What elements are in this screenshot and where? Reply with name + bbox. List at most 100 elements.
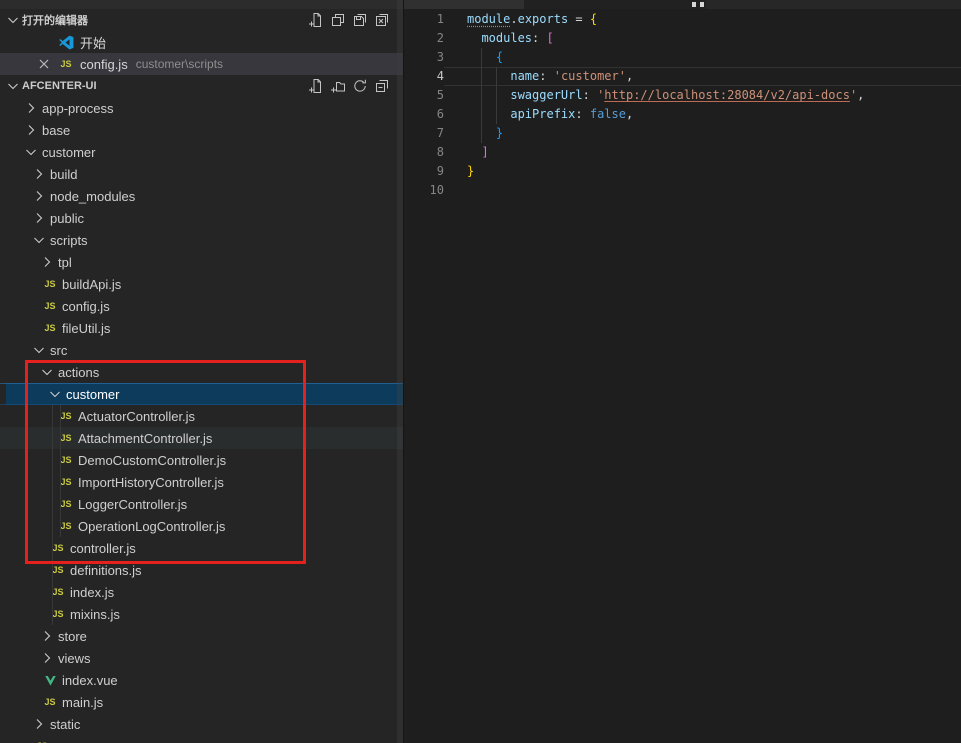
tree-item-mixins.js[interactable]: JS mixins.js xyxy=(0,603,403,625)
line-number: 6 xyxy=(404,105,444,124)
open-editor-开始[interactable]: 开始 xyxy=(0,31,403,53)
new-folder-icon[interactable] xyxy=(327,75,349,97)
tree-item-controller.js[interactable]: JS controller.js xyxy=(0,537,403,559)
code-line[interactable]: 2 modules: [ xyxy=(404,29,961,48)
explorer-toolbar xyxy=(305,75,403,97)
indent-guide xyxy=(52,603,53,625)
tree-item-app-process[interactable]: app-process xyxy=(0,97,403,119)
indent-guide xyxy=(481,86,482,105)
vue-file-icon xyxy=(42,672,58,688)
code-line[interactable]: 5 swaggerUrl: 'http://localhost:28084/v2… xyxy=(404,86,961,105)
chevron-down-icon[interactable] xyxy=(30,232,48,248)
tab-fragment[interactable] xyxy=(404,0,524,9)
editor-layout-icon[interactable] xyxy=(327,9,349,31)
file-icon xyxy=(58,34,74,50)
code-line[interactable]: 4 name: 'customer', xyxy=(404,67,961,86)
line-number: 1 xyxy=(404,10,444,29)
chevron-right-icon[interactable] xyxy=(22,122,40,138)
indent-guide xyxy=(52,537,53,559)
refresh-icon[interactable] xyxy=(349,75,371,97)
indent-guide xyxy=(52,405,53,427)
tab-fragment[interactable] xyxy=(706,0,961,9)
tree-item-index.vue[interactable]: index.vue xyxy=(0,669,403,691)
tree-item-customer[interactable]: customer xyxy=(0,383,403,405)
new-untitled-file-icon[interactable] xyxy=(305,9,327,31)
new-file-icon[interactable] xyxy=(305,75,327,97)
tree-item-DemoCustomController.js[interactable]: JS DemoCustomController.js xyxy=(0,449,403,471)
chevron-down-icon[interactable] xyxy=(38,364,56,380)
tree-item-tpl[interactable]: tpl xyxy=(0,251,403,273)
tree-item-index.js[interactable]: JS index.js xyxy=(0,581,403,603)
code-text: modules: [ xyxy=(444,29,961,48)
code-editor[interactable]: 1 module.exports = { 2 modules: [ 3 { 4 … xyxy=(404,9,961,200)
tree-item-static[interactable]: static xyxy=(0,713,403,735)
chevron-down-icon[interactable] xyxy=(30,342,48,358)
code-text: module.exports = { xyxy=(444,10,961,29)
indent-guide xyxy=(496,86,497,105)
tree-item-actions[interactable]: actions xyxy=(0,361,403,383)
tree-item-partial[interactable]: JS xyxy=(0,735,403,743)
tree-item-build[interactable]: build xyxy=(0,163,403,185)
code-text: apiPrefix: false, xyxy=(444,105,961,124)
tree-item-fileUtil.js[interactable]: JS fileUtil.js xyxy=(0,317,403,339)
tree-item-customer[interactable]: customer xyxy=(0,141,403,163)
code-line[interactable]: 9 } xyxy=(404,162,961,181)
tree-item-views[interactable]: views xyxy=(0,647,403,669)
open-editors-toolbar xyxy=(305,9,403,31)
code-line[interactable]: 6 apiPrefix: false, xyxy=(404,105,961,124)
indent-guide xyxy=(481,48,482,67)
tree-item-base[interactable]: base xyxy=(0,119,403,141)
code-line[interactable]: 1 module.exports = { xyxy=(404,10,961,29)
file-path-detail: customer\scripts xyxy=(136,57,223,71)
open-editor-config.js[interactable]: JS config.js customer\scripts xyxy=(0,53,403,75)
chevron-right-icon[interactable] xyxy=(38,650,56,666)
line-number: 3 xyxy=(404,48,444,67)
open-editors-header[interactable]: 打开的编辑器 xyxy=(0,9,403,31)
js-file-icon: JS xyxy=(42,276,58,292)
tree-item-ImportHistoryController.js[interactable]: JS ImportHistoryController.js xyxy=(0,471,403,493)
tab-fragment[interactable] xyxy=(524,0,706,9)
tree-item-config.js[interactable]: JS config.js xyxy=(0,295,403,317)
indent-guide xyxy=(52,493,53,515)
tree-item-ActuatorController.js[interactable]: JS ActuatorController.js xyxy=(0,405,403,427)
indent-guide xyxy=(60,427,61,449)
chevron-right-icon[interactable] xyxy=(38,254,56,270)
tree-item-store[interactable]: store xyxy=(0,625,403,647)
chevron-down-icon xyxy=(4,78,22,94)
file-icon: JS xyxy=(58,56,74,72)
tree-item-main.js[interactable]: JS main.js xyxy=(0,691,403,713)
tree-item-OperationLogController.js[interactable]: JS OperationLogController.js xyxy=(0,515,403,537)
indent-guide xyxy=(496,67,497,86)
chevron-right-icon[interactable] xyxy=(22,100,40,116)
chevron-right-icon[interactable] xyxy=(30,188,48,204)
code-line[interactable]: 8 ] xyxy=(404,143,961,162)
tree-item-node_modules[interactable]: node_modules xyxy=(0,185,403,207)
save-all-icon[interactable] xyxy=(349,9,371,31)
chevron-right-icon[interactable] xyxy=(30,166,48,182)
close-icon[interactable] xyxy=(36,34,52,50)
tree-item-src[interactable]: src xyxy=(0,339,403,361)
tree-item-scripts[interactable]: scripts xyxy=(0,229,403,251)
chevron-down-icon[interactable] xyxy=(22,144,40,160)
chevron-right-icon[interactable] xyxy=(30,210,48,226)
explorer-header[interactable]: AFCENTER-UI xyxy=(0,75,403,97)
tree-item-definitions.js[interactable]: JS definitions.js xyxy=(0,559,403,581)
tree-item-AttachmentController.js[interactable]: JS AttachmentController.js xyxy=(0,427,403,449)
code-line[interactable]: 3 { xyxy=(404,48,961,67)
sidebar-scrollbar[interactable] xyxy=(397,0,403,743)
tree-item-LoggerController.js[interactable]: JS LoggerController.js xyxy=(0,493,403,515)
indent-guide xyxy=(481,67,482,86)
js-file-icon: JS xyxy=(42,298,58,314)
tree-item-public[interactable]: public xyxy=(0,207,403,229)
chevron-right-icon[interactable] xyxy=(38,628,56,644)
close-icon[interactable] xyxy=(36,56,52,72)
indent-guide xyxy=(52,471,53,493)
code-line[interactable]: 10 xyxy=(404,181,961,200)
chevron-right-icon[interactable] xyxy=(30,716,48,732)
chevron-down-icon[interactable] xyxy=(46,386,64,402)
close-all-editors-icon[interactable] xyxy=(371,9,393,31)
code-line[interactable]: 7 } xyxy=(404,124,961,143)
tab-glyph-fragment xyxy=(700,2,704,7)
collapse-all-icon[interactable] xyxy=(371,75,393,97)
tree-item-buildApi.js[interactable]: JS buildApi.js xyxy=(0,273,403,295)
